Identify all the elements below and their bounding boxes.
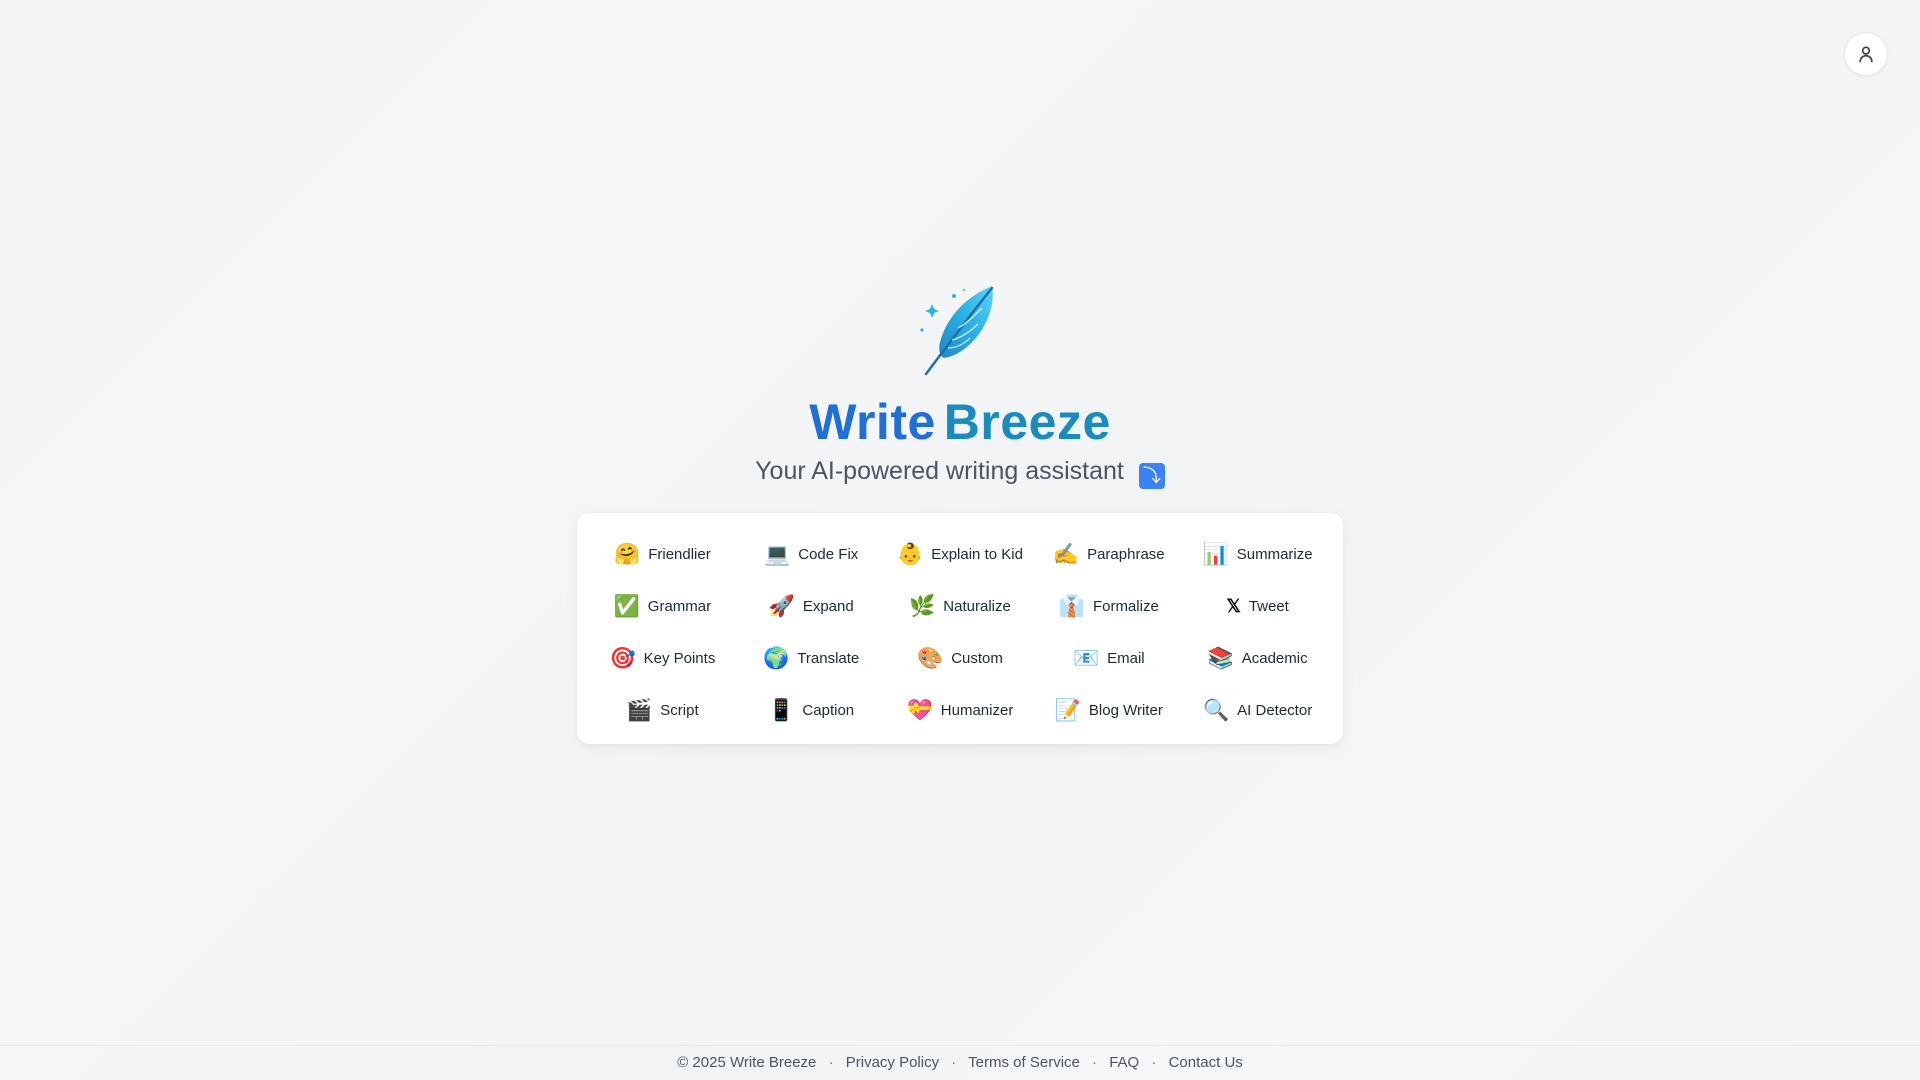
faq-link[interactable]: FAQ — [1109, 1054, 1139, 1071]
target-icon: 🎯 — [609, 646, 636, 670]
tool-label: Humanizer — [940, 701, 1014, 719]
tool-label: Formalize — [1092, 597, 1159, 615]
magnifier-icon: 🔍 — [1203, 698, 1230, 722]
app-title-word-1: Write — [809, 394, 936, 450]
hugging-face-icon: 🤗 — [614, 542, 641, 566]
mobile-phone-icon: 📱 — [768, 698, 795, 722]
tool-button-code-fix[interactable]: 💻 Code Fix — [737, 528, 886, 580]
terms-of-service-link[interactable]: Terms of Service — [968, 1054, 1080, 1071]
arrow-curving-down-icon: ⤵ — [1138, 463, 1165, 489]
bar-chart-icon: 📊 — [1202, 542, 1229, 566]
herb-icon: 🌿 — [909, 594, 936, 618]
x-logo-icon: 𝕏 — [1226, 596, 1241, 616]
baby-icon: 👶 — [897, 542, 924, 566]
tool-button-summarize[interactable]: 📊 Summarize — [1183, 528, 1332, 580]
feather-quill-icon — [920, 286, 994, 376]
tool-button-expand[interactable]: 🚀 Expand — [737, 580, 886, 632]
tool-button-humanizer[interactable]: 💝 Humanizer — [886, 684, 1035, 736]
tool-label: Email — [1107, 649, 1145, 667]
laptop-icon: 💻 — [764, 542, 791, 566]
copyright: © 2025 Write Breeze — [677, 1054, 817, 1071]
email-icon: 📧 — [1072, 646, 1100, 670]
globe-icon: 🌍 — [763, 646, 790, 670]
tool-label: Friendlier — [648, 545, 711, 563]
tool-button-translate[interactable]: 🌍 Translate — [737, 632, 886, 684]
tools-grid: 🤗 Friendlier 💻 Code Fix 👶 Explain to Kid ✍️ Par… — [588, 528, 1332, 736]
user-icon — [1859, 46, 1873, 63]
tagline: Your AI-powered writing assistant ⤵ — [0, 454, 1920, 489]
footer-separator: · — [1151, 1054, 1157, 1071]
tagline-text: Your AI-powered writing assistant — [755, 457, 1124, 485]
tool-button-ai-detector[interactable]: 🔍 AI Detector — [1183, 684, 1332, 736]
tool-label: Code Fix — [798, 545, 859, 563]
tool-label: Blog Writer — [1088, 701, 1163, 719]
tool-label: Paraphrase — [1087, 545, 1165, 563]
writing-hand-icon: ✍️ — [1052, 542, 1080, 566]
tool-button-explain-to-kid[interactable]: 👶 Explain to Kid — [886, 528, 1035, 580]
tool-button-tweet[interactable]: 𝕏 Tweet — [1183, 580, 1332, 632]
tool-button-custom[interactable]: 🎨 Custom — [886, 632, 1035, 684]
tool-button-key-points[interactable]: 🎯 Key Points — [588, 632, 737, 684]
app-title: Write Breeze — [0, 392, 1920, 452]
memo-icon: 📝 — [1054, 698, 1081, 722]
tool-button-academic[interactable]: 📚 Academic — [1183, 632, 1332, 684]
tools-card: 🤗 Friendlier 💻 Code Fix 👶 Explain to Kid ✍️ Par… — [577, 513, 1343, 744]
books-icon: 📚 — [1207, 646, 1234, 670]
privacy-policy-link[interactable]: Privacy Policy — [846, 1054, 939, 1071]
tool-label: Translate — [797, 649, 860, 667]
tool-button-blog-writer[interactable]: 📝 Blog Writer — [1034, 684, 1183, 736]
footer-separator: · — [951, 1054, 957, 1071]
footer: © 2025 Write Breeze · Privacy Policy · T… — [0, 1045, 1920, 1071]
tool-label: Custom — [951, 649, 1003, 667]
app-title-word-2: Breeze — [943, 394, 1111, 450]
contact-us-link[interactable]: Contact Us — [1169, 1054, 1243, 1071]
tool-button-email[interactable]: 📧 Email — [1034, 632, 1183, 684]
tool-label: Caption — [802, 701, 855, 719]
tool-button-caption[interactable]: 📱 Caption — [737, 684, 886, 736]
tool-label: Key Points — [643, 649, 716, 667]
check-mark-icon: ✅ — [613, 594, 640, 618]
tool-label: Naturalize — [943, 597, 1011, 615]
tool-button-formalize[interactable]: 👔 Formalize — [1034, 580, 1183, 632]
tool-label: Summarize — [1236, 545, 1313, 563]
tool-button-script[interactable]: 🎬 Script — [588, 684, 737, 736]
tool-label: Script — [660, 701, 699, 719]
tool-button-naturalize[interactable]: 🌿 Naturalize — [886, 580, 1035, 632]
tool-button-paraphrase[interactable]: ✍️ Paraphrase — [1034, 528, 1183, 580]
footer-separator: · — [1092, 1054, 1098, 1071]
tool-button-grammar[interactable]: ✅ Grammar — [588, 580, 737, 632]
clapper-board-icon: 🎬 — [626, 698, 653, 722]
tool-label: Explain to Kid — [931, 545, 1023, 563]
necktie-icon: 👔 — [1058, 594, 1085, 618]
tool-label: Tweet — [1248, 597, 1289, 615]
tool-label: Grammar — [647, 597, 712, 615]
rocket-icon: 🚀 — [768, 594, 795, 618]
footer-separator: · — [828, 1054, 834, 1071]
palette-icon: 🎨 — [917, 646, 944, 670]
tool-button-friendlier[interactable]: 🤗 Friendlier — [588, 528, 737, 580]
heart-ribbon-icon: 💝 — [906, 698, 933, 722]
tool-label: AI Detector — [1237, 701, 1313, 719]
user-account-button[interactable] — [1844, 32, 1888, 76]
tool-label: Academic — [1241, 649, 1308, 667]
tool-label: Expand — [802, 597, 854, 615]
